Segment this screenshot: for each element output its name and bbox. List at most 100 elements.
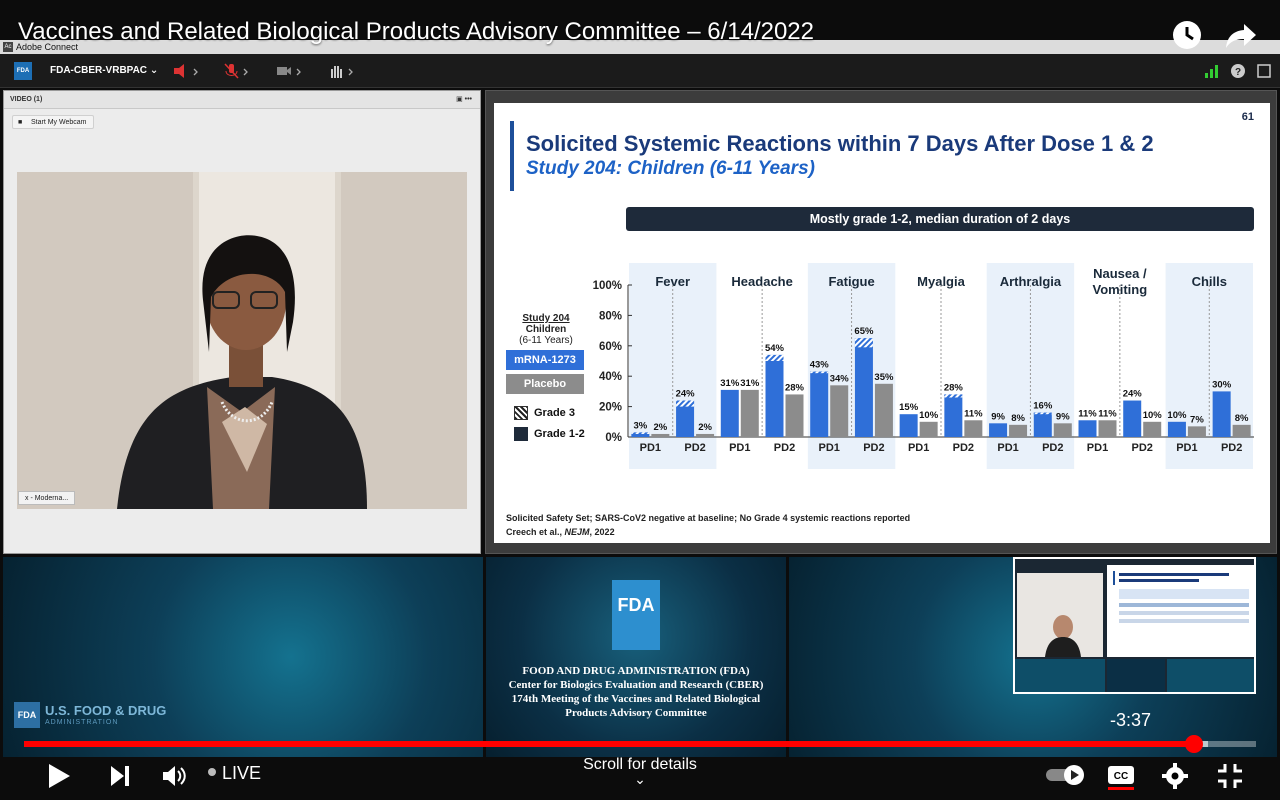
data-label: 54% <box>765 343 785 354</box>
bar-mrna-1273 <box>854 338 873 437</box>
room-logo: FDA <box>14 62 32 80</box>
data-label: 65% <box>854 326 874 337</box>
next-icon[interactable] <box>108 762 132 790</box>
bar-placebo <box>651 433 670 437</box>
settings-gear-icon[interactable] <box>1162 762 1188 790</box>
fullscreen-icon[interactable] <box>1256 63 1272 79</box>
live-dot-icon <box>208 768 216 776</box>
connection-status-icon[interactable] <box>1204 63 1220 79</box>
participant-name-tag: x - Moderna... <box>18 491 76 505</box>
data-label: 35% <box>874 372 894 383</box>
slide-citation: Creech et al., NEJM, 2022 <box>506 527 615 537</box>
data-label: 11% <box>964 408 983 419</box>
data-label: 24% <box>1123 389 1143 400</box>
presentation-slide: 61 Solicited Systemic Reactions within 7… <box>494 103 1270 543</box>
bar-mrna-1273 <box>1212 391 1231 437</box>
microphone-muted-icon[interactable] <box>224 63 254 79</box>
bar-mrna-1273 <box>1033 412 1052 437</box>
x-tick-label: PD1 <box>908 442 929 454</box>
bar-grade3-segment <box>810 371 829 374</box>
fda-line-1: FOOD AND DRUG ADMINISTRATION (FDA) <box>522 665 750 677</box>
data-label: 7% <box>1190 414 1204 425</box>
data-label: 11% <box>1078 408 1097 419</box>
help-icon[interactable]: ? <box>1230 63 1246 79</box>
speaker-muted-icon[interactable] <box>172 63 202 79</box>
webcam-icon: ■ <box>18 119 23 126</box>
bar-grade3-segment <box>854 338 873 348</box>
y-tick-label: 100% <box>593 280 622 292</box>
bar-placebo <box>1053 423 1072 437</box>
data-label: 10% <box>919 410 939 421</box>
bar-grade3-segment <box>765 354 784 361</box>
citation-suffix: , 2022 <box>589 527 615 537</box>
slide-banner: Mostly grade 1-2, median duration of 2 d… <box>626 207 1254 231</box>
fda-logo-small: FDA <box>14 702 40 728</box>
data-label: 10% <box>1167 410 1187 421</box>
data-label: 3% <box>633 420 647 431</box>
citation-prefix: Creech et al., <box>506 527 565 537</box>
camera-icon[interactable] <box>276 63 306 79</box>
x-tick-label: PD2 <box>953 442 974 454</box>
x-tick-label: PD2 <box>1221 442 1242 454</box>
volume-icon[interactable] <box>160 762 188 790</box>
bar-mrna-1273 <box>1078 420 1097 437</box>
share-icon[interactable] <box>1224 18 1258 52</box>
bar-placebo <box>1187 426 1206 437</box>
data-label: 2% <box>653 422 667 433</box>
adobe-connect-logo-icon: Ac <box>3 42 13 52</box>
seek-handle[interactable] <box>1185 735 1203 753</box>
data-label: 9% <box>991 411 1005 422</box>
captions-icon[interactable]: CC <box>1106 762 1136 790</box>
category-label: Nausea / <box>1093 266 1147 281</box>
bar-grade3-segment <box>631 432 650 434</box>
bar-mrna-1273 <box>1123 400 1142 437</box>
data-label: 28% <box>785 382 805 393</box>
x-tick-label: PD1 <box>640 442 661 454</box>
svg-text:?: ? <box>1235 67 1241 78</box>
slide-subtitle: Study 204: Children (6-11 Years) <box>526 158 815 179</box>
chevron-down-icon: ⌄ <box>634 771 646 787</box>
watch-later-icon[interactable] <box>1170 18 1204 52</box>
start-webcam-button[interactable]: ■ Start My Webcam <box>12 115 94 129</box>
raise-hand-icon[interactable] <box>328 63 358 79</box>
background-panel-left <box>3 557 483 757</box>
bar-placebo <box>785 394 804 437</box>
scroll-for-details[interactable]: Scroll for details ⌄ <box>560 756 720 787</box>
video-pod-header: VIDEO (1) ▣ ••• <box>4 91 480 109</box>
room-name-label: FDA-CBER-VRBPAC <box>50 65 148 76</box>
video-pod: VIDEO (1) ▣ ••• ■ Start My Webcam x - Mo… <box>3 90 481 554</box>
seek-bar[interactable] <box>24 735 1256 753</box>
bar-mrna-1273 <box>989 423 1008 437</box>
data-label: 30% <box>1212 379 1232 390</box>
x-tick-label: PD2 <box>684 442 705 454</box>
y-tick-label: 80% <box>599 310 622 322</box>
autoplay-toggle[interactable] <box>1044 764 1090 786</box>
fda-logo: FDA <box>612 580 660 650</box>
bar-mrna-1273 <box>720 389 739 437</box>
fda-agency-name: U.S. FOOD & DRUG <box>45 703 167 718</box>
play-icon[interactable] <box>46 762 72 790</box>
fda-meeting-text: FOOD AND DRUG ADMINISTRATION (FDA) Cente… <box>486 664 786 720</box>
preview-image <box>1015 559 1254 692</box>
start-webcam-label: Start My Webcam <box>31 119 87 126</box>
live-indicator[interactable]: LIVE <box>222 763 261 784</box>
bar-mrna-1273 <box>899 414 918 437</box>
bar-placebo <box>830 385 849 437</box>
pod-menu-icon[interactable]: ▣ ••• <box>456 91 472 109</box>
data-label: 16% <box>1033 401 1053 412</box>
x-tick-label: PD2 <box>1042 442 1063 454</box>
room-name-menu[interactable]: FDA-CBER-VRBPAC ⌄ <box>50 65 158 76</box>
slide-title: Solicited Systemic Reactions within 7 Da… <box>526 131 1154 156</box>
fda-line-4: Products Advisory Committee <box>565 707 707 719</box>
bar-mrna-1273 <box>765 354 784 437</box>
speaker-webcam-feed <box>17 172 467 509</box>
x-tick-label: PD1 <box>1087 442 1108 454</box>
data-label: 28% <box>944 382 964 393</box>
fullscreen-exit-icon[interactable] <box>1216 762 1244 790</box>
bar-placebo <box>1009 424 1028 437</box>
bar-placebo <box>1098 420 1117 437</box>
bar-grade3-segment <box>676 400 695 407</box>
citation-journal: NEJM <box>564 527 590 537</box>
share-pod: 61 Solicited Systemic Reactions within 7… <box>485 90 1277 554</box>
x-tick-label: PD1 <box>819 442 840 454</box>
